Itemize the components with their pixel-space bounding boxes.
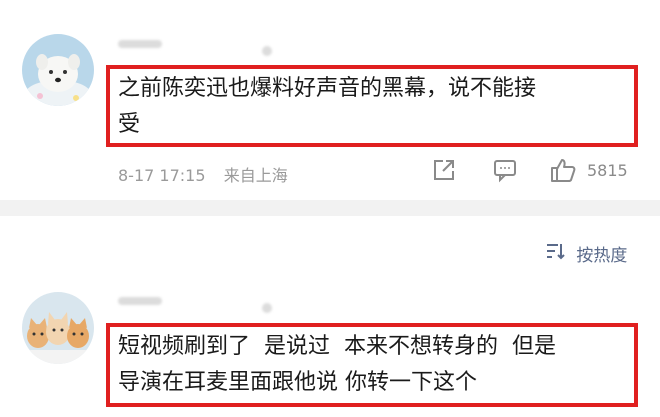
comment-meta: 8-17 17:15 来自上海 [118,162,288,186]
comment-text-line: 短视频刷到了 是说过 本来不想转身的 但是 [118,334,556,359]
avatar-kittens[interactable] [22,292,94,364]
sort-label: 按热度 [576,246,628,266]
user-badge-blurred [262,46,272,56]
thumbs-up-icon [549,156,577,184]
avatar-samoyed[interactable] [22,34,94,106]
comment-text-box: 之前陈奕迅也爆料好声音的黑幕，说不能接 受 [106,65,638,147]
like-button[interactable]: 5815 [549,154,639,186]
comment-text-line: 之前陈奕迅也爆料好声音的黑幕，说不能接 [118,76,537,101]
user-badge-blurred [262,303,272,313]
section-divider [0,200,660,216]
comment-text-line: 导演在耳麦里面跟他说 你转一下这个 [118,370,477,395]
comment-text-line: 受 [118,112,141,137]
share-icon[interactable] [431,157,457,183]
comment-location: 来自上海 [223,166,288,185]
sort-icon [545,242,565,265]
comment-timestamp: 8-17 17:15 [118,166,206,185]
comment-icon[interactable] [492,157,518,183]
comment-text-box: 短视频刷到了 是说过 本来不想转身的 但是 导演在耳麦里面跟他说 你转一下这个 [106,323,638,407]
username-blurred[interactable] [118,297,162,305]
username-blurred[interactable] [118,40,162,48]
sort-by-heat-button[interactable]: 按热度 [545,241,627,266]
like-count: 5815 [587,161,628,180]
